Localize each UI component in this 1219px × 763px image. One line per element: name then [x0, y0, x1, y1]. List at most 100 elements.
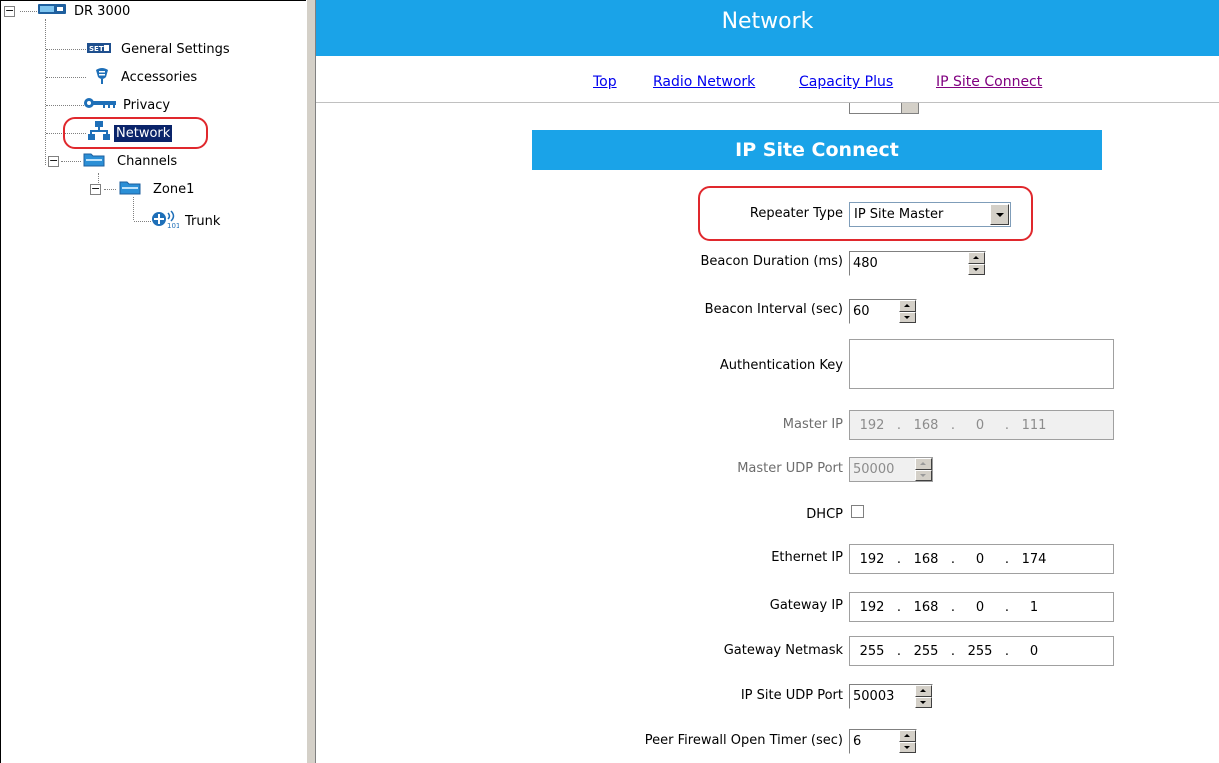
accessories-icon: [95, 67, 109, 88]
ip-octet[interactable]: 111: [1012, 418, 1056, 433]
tree-item-dr3000[interactable]: DR 3000: [38, 0, 132, 22]
spin-up-icon[interactable]: [899, 730, 916, 742]
tree-item-label: Accessories: [121, 69, 198, 85]
ip-site-udp-port-spinner[interactable]: 50003: [849, 684, 933, 709]
spin-down-icon[interactable]: [915, 696, 932, 708]
beacon-duration-value[interactable]: 480: [850, 252, 968, 275]
ip-octet[interactable]: 168: [904, 600, 948, 615]
collapse-toggle-dr3000[interactable]: −: [4, 5, 15, 17]
ip-octet[interactable]: 0: [1012, 644, 1056, 659]
svg-text:101: 101: [167, 222, 179, 229]
tree-item-label: General Settings: [121, 41, 230, 57]
peer-firewall-timer-spinner[interactable]: 6: [849, 729, 917, 754]
spin-down-icon[interactable]: [899, 741, 916, 753]
gateway-ip-label: Gateway IP: [769, 598, 843, 613]
spin-down-icon[interactable]: [899, 311, 916, 323]
gateway-ip-field[interactable]: 192. 168. 0. 1: [849, 592, 1114, 622]
page-title: Network: [721, 9, 814, 34]
content-panel: Network Top Radio Network Capacity Plus …: [316, 0, 1219, 763]
tree-item-label: DR 3000: [74, 3, 131, 19]
splitter[interactable]: [306, 0, 316, 763]
ip-octet[interactable]: 0: [958, 418, 1002, 433]
collapse-toggle-channels[interactable]: −: [48, 155, 59, 167]
collapse-toggle-zone1[interactable]: −: [90, 183, 101, 195]
tree-connector: [46, 133, 86, 134]
tree-item-general-settings[interactable]: SET General Settings: [87, 38, 232, 60]
folder-icon: [119, 179, 141, 199]
repeater-icon: [38, 3, 66, 19]
tree-item-accessories[interactable]: Accessories: [95, 66, 199, 88]
spin-up-icon[interactable]: [915, 685, 932, 697]
beacon-interval-value[interactable]: 60: [850, 300, 899, 323]
spin-down-icon[interactable]: [968, 263, 985, 275]
spin-down-icon[interactable]: [915, 469, 932, 481]
key-icon: [83, 97, 117, 113]
ip-octet[interactable]: 192: [850, 600, 894, 615]
tree-connector: [104, 189, 116, 190]
tree-item-label: Network: [114, 124, 173, 142]
tree-item-label: Channels: [117, 153, 178, 169]
authentication-key-label: Authentication Key: [719, 358, 843, 373]
repeater-type-value: IP Site Master: [854, 207, 944, 222]
master-udp-port-spinner[interactable]: 50000: [849, 457, 933, 482]
beacon-duration-spinner[interactable]: 480: [849, 251, 986, 276]
navigation-tree: − − − DR 3000 SET General Settings Acces…: [0, 0, 306, 763]
tree-item-privacy[interactable]: Privacy: [83, 94, 172, 116]
chevron-down-icon[interactable]: [990, 204, 1009, 225]
tree-connector: [134, 221, 151, 222]
tree-connector: [45, 19, 46, 165]
ip-octet[interactable]: 174: [1012, 552, 1056, 567]
ip-octet[interactable]: 192: [850, 552, 894, 567]
tree-item-label: Privacy: [123, 97, 171, 113]
tree-connector: [46, 77, 86, 78]
ip-octet[interactable]: 168: [904, 418, 948, 433]
tree-connector: [133, 197, 134, 220]
peer-firewall-timer-value[interactable]: 6: [850, 730, 899, 753]
tree-item-label: Trunk: [185, 213, 221, 229]
ip-octet[interactable]: 255: [850, 644, 894, 659]
link-ip-site-connect[interactable]: IP Site Connect: [936, 74, 1042, 90]
link-top[interactable]: Top: [593, 74, 617, 90]
ip-octet[interactable]: 0: [958, 600, 1002, 615]
ethernet-ip-field[interactable]: 192. 168. 0. 174: [849, 544, 1114, 574]
ip-octet[interactable]: 255: [958, 644, 1002, 659]
tree-connector: [46, 49, 86, 50]
divider: [316, 102, 1219, 103]
master-udp-port-label: Master UDP Port: [737, 461, 843, 476]
ip-octet[interactable]: 0: [958, 552, 1002, 567]
repeater-type-select[interactable]: IP Site Master: [849, 202, 1011, 227]
ip-octet[interactable]: 1: [1012, 600, 1056, 615]
peer-firewall-timer-label: Peer Firewall Open Timer (sec): [644, 733, 843, 748]
spin-up-icon[interactable]: [968, 252, 985, 264]
repeater-type-label: Repeater Type: [749, 206, 843, 221]
tree-connector: [20, 11, 37, 12]
master-udp-port-value[interactable]: 50000: [850, 458, 915, 481]
gateway-netmask-field[interactable]: 255. 255. 255. 0: [849, 636, 1114, 666]
svg-text:SET: SET: [89, 45, 104, 53]
section-title: IP Site Connect: [532, 130, 1102, 170]
tree-connector: [46, 105, 86, 106]
master-ip-label: Master IP: [782, 417, 843, 432]
dhcp-checkbox[interactable]: [851, 505, 864, 518]
ethernet-ip-label: Ethernet IP: [771, 550, 843, 565]
tree-item-channels[interactable]: Channels: [83, 150, 179, 172]
tree-item-trunk[interactable]: 101 Trunk: [151, 210, 222, 232]
ip-octet[interactable]: 168: [904, 552, 948, 567]
page-header: Network: [316, 0, 1219, 56]
link-capacity-plus[interactable]: Capacity Plus: [799, 74, 893, 90]
ip-site-udp-port-value[interactable]: 50003: [850, 685, 915, 708]
spin-up-icon[interactable]: [899, 300, 916, 312]
tree-item-zone1[interactable]: Zone1: [119, 178, 196, 200]
scrolled-control-fragment: [849, 103, 919, 115]
spin-up-icon[interactable]: [915, 458, 932, 470]
folder-icon: [83, 151, 105, 171]
link-radio-network[interactable]: Radio Network: [653, 74, 755, 90]
ip-octet[interactable]: 192: [850, 418, 894, 433]
authentication-key-field[interactable]: [849, 339, 1114, 389]
tree-item-network[interactable]: Network: [88, 121, 173, 145]
network-icon: [88, 121, 110, 145]
beacon-interval-label: Beacon Interval (sec): [704, 302, 843, 317]
beacon-interval-spinner[interactable]: 60: [849, 299, 917, 324]
master-ip-field[interactable]: 192. 168. 0. 111: [849, 410, 1114, 440]
ip-octet[interactable]: 255: [904, 644, 948, 659]
